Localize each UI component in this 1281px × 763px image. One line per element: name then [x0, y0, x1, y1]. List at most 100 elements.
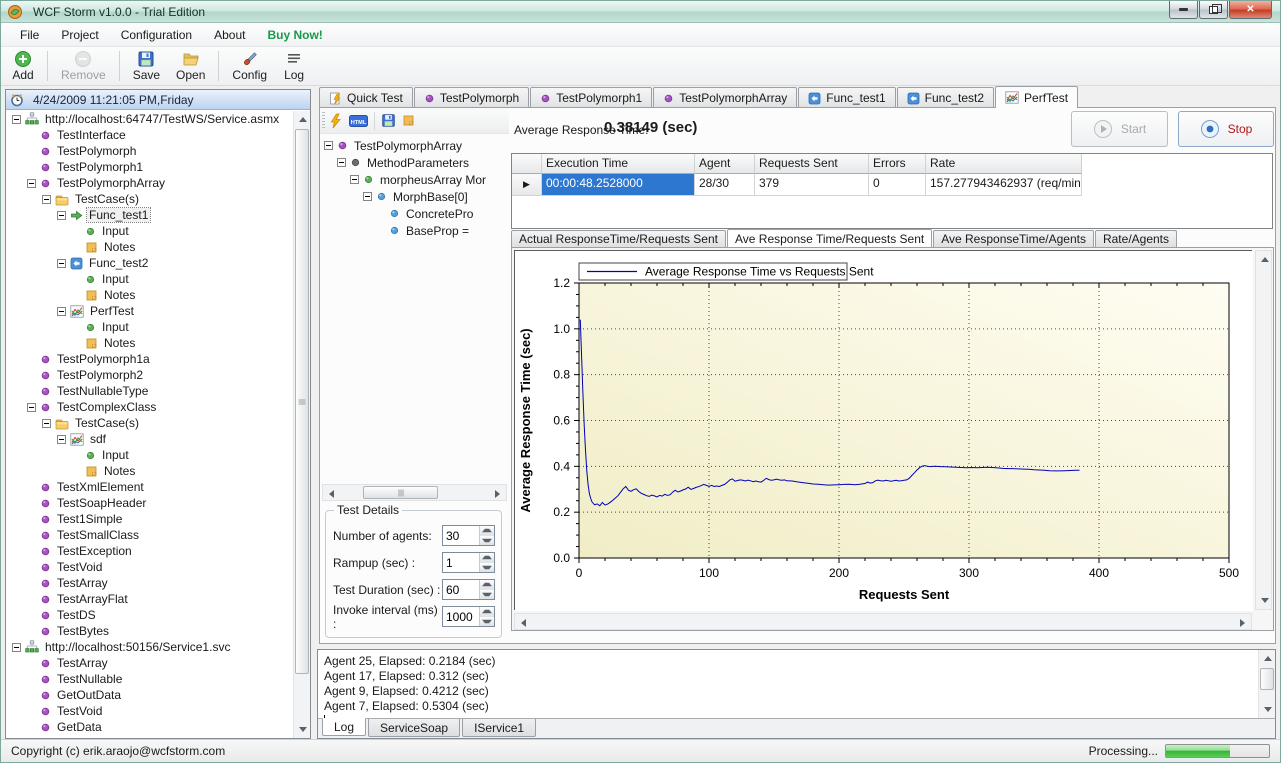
menu-item-configuration[interactable]: Configuration	[110, 25, 203, 45]
tree-item-concretepro[interactable]: ConcretePro	[322, 205, 507, 222]
tab-func-test2[interactable]: Func_test2	[897, 87, 994, 108]
open-button[interactable]: Open	[169, 49, 212, 83]
notes-button[interactable]	[402, 114, 415, 127]
tree-item-testpolymorpharray[interactable]: TestPolymorphArray	[322, 137, 507, 154]
menu-item-file[interactable]: File	[9, 25, 50, 45]
collapse-toggle[interactable]	[57, 259, 66, 268]
collapse-toggle[interactable]	[337, 158, 346, 167]
grid-cell[interactable]: 28/30	[695, 174, 755, 196]
tree-item-testbytes[interactable]: TestBytes	[6, 623, 293, 639]
tree-item-testpolymorpharray[interactable]: TestPolymorphArray	[6, 175, 293, 191]
tree-item-test1simple[interactable]: Test1Simple	[6, 511, 293, 527]
restore-button[interactable]	[1199, 1, 1228, 19]
tree-item-notes[interactable]: Notes	[6, 335, 293, 351]
tree-item-input[interactable]: Input	[6, 319, 293, 335]
collapse-toggle[interactable]	[57, 211, 66, 220]
tree-item-testsmallclass[interactable]: TestSmallClass	[6, 527, 293, 543]
save-button[interactable]: Save	[126, 49, 167, 83]
spinner-buttons[interactable]	[479, 607, 494, 626]
tree-item-testpolymorph1a[interactable]: TestPolymorph1a	[6, 351, 293, 367]
tree-item-testnullable[interactable]: TestNullable	[6, 671, 293, 687]
spin-up-arrow[interactable]	[480, 553, 494, 563]
collapse-toggle[interactable]	[42, 419, 51, 428]
tree-item-testcase-s-[interactable]: TestCase(s)	[6, 191, 293, 207]
log-scrollbar[interactable]	[1258, 650, 1275, 718]
tree-item-methodparameters[interactable]: MethodParameters	[322, 154, 507, 171]
number-of-agents-spinner[interactable]	[442, 525, 495, 546]
tab-func-test1[interactable]: Func_test1	[798, 87, 895, 108]
test-duration-sec-spinner[interactable]	[442, 579, 495, 600]
spinner-buttons[interactable]	[479, 580, 494, 599]
scroll-right-arrow[interactable]	[1234, 614, 1251, 631]
tree-item-testcomplexclass[interactable]: TestComplexClass	[6, 399, 293, 415]
collapse-toggle[interactable]	[57, 307, 66, 316]
tree-item-getdata[interactable]: GetData	[6, 719, 293, 735]
tab-testpolymorpharray[interactable]: TestPolymorphArray	[653, 87, 797, 108]
log-button[interactable]: Log	[276, 49, 312, 83]
tree-item-perftest[interactable]: PerfTest	[6, 303, 293, 319]
spin-down-arrow[interactable]	[480, 536, 494, 546]
collapse-toggle[interactable]	[12, 643, 21, 652]
tree-item-testpolymorph1[interactable]: TestPolymorph1	[6, 159, 293, 175]
tree-item-testexception[interactable]: TestException	[6, 543, 293, 559]
tree-item-morpheusarray-mor[interactable]: morpheusArray Mor	[322, 171, 507, 188]
grid-data-row[interactable]: ▶00:00:48.252800028/303790157.2779434629…	[512, 174, 1272, 196]
lightning-button[interactable]	[328, 113, 343, 129]
chart-tab-ave-response-time-requests-sent[interactable]: Ave Response Time/Requests Sent	[727, 229, 932, 247]
grid-column-header[interactable]: Agent	[695, 154, 755, 174]
scroll-left-arrow[interactable]	[323, 485, 340, 502]
tree-item-testinterface[interactable]: TestInterface	[6, 127, 293, 143]
collapse-toggle[interactable]	[324, 141, 333, 150]
grid-cell[interactable]: 0	[869, 174, 926, 196]
row-selector-cell[interactable]: ▶	[512, 174, 542, 196]
tree-item-http-localhost-50156-service1-svc[interactable]: http://localhost:50156/Service1.svc	[6, 639, 293, 655]
scroll-thumb[interactable]	[1260, 668, 1274, 690]
spin-up-arrow[interactable]	[480, 580, 494, 590]
spinner-buttons[interactable]	[479, 553, 494, 572]
tree-item-testarray[interactable]: TestArray	[6, 575, 293, 591]
spinner-value[interactable]	[443, 580, 479, 599]
spinner-buttons[interactable]	[479, 526, 494, 545]
html-button[interactable]: HTML	[349, 114, 368, 128]
tree-item-notes[interactable]: Notes	[6, 463, 293, 479]
tree-item-notes[interactable]: Notes	[6, 287, 293, 303]
services-tree-scrollbar[interactable]	[293, 111, 310, 738]
scroll-down-arrow[interactable]	[1259, 701, 1276, 718]
tree-item-input[interactable]: Input	[6, 447, 293, 463]
log-tab-log[interactable]: Log	[322, 718, 366, 736]
collapse-toggle[interactable]	[12, 115, 21, 124]
grid-column-header[interactable]: Requests Sent	[755, 154, 869, 174]
tree-item-http-localhost-64747-testws-service-asmx[interactable]: http://localhost:64747/TestWS/Service.as…	[6, 111, 293, 127]
chart-tab-actual-responsetime-requests-sent[interactable]: Actual ResponseTime/Requests Sent	[511, 230, 726, 247]
scroll-thumb[interactable]	[295, 129, 309, 674]
tree-item-getoutdata[interactable]: GetOutData	[6, 687, 293, 703]
grid-cell[interactable]: 157.277943462937 (req/min)	[926, 174, 1082, 196]
grid-column-header[interactable]: Errors	[869, 154, 926, 174]
grid-cell[interactable]: 379	[755, 174, 869, 196]
tree-item-func-test1[interactable]: Func_test1	[6, 207, 293, 223]
tab-testpolymorph1[interactable]: TestPolymorph1	[530, 87, 652, 108]
grid-column-header[interactable]: Rate	[926, 154, 1082, 174]
spinner-value[interactable]	[443, 526, 479, 545]
save-small-button[interactable]	[381, 113, 396, 128]
grid-column-header[interactable]: Execution Time	[542, 154, 695, 174]
scroll-up-arrow[interactable]	[1259, 650, 1276, 667]
scroll-left-arrow[interactable]	[515, 614, 532, 631]
invoke-interval-ms-spinner[interactable]	[442, 606, 495, 627]
spin-down-arrow[interactable]	[480, 563, 494, 573]
spinner-value[interactable]	[443, 553, 479, 572]
chart-tab-ave-responsetime-agents[interactable]: Ave ResponseTime/Agents	[933, 230, 1094, 247]
config-button[interactable]: Config	[225, 49, 274, 83]
tree-item-testpolymorph[interactable]: TestPolymorph	[6, 143, 293, 159]
log-tab-iservice1[interactable]: IService1	[462, 719, 536, 737]
stop-button[interactable]: Stop	[1178, 111, 1274, 147]
spin-up-arrow[interactable]	[480, 526, 494, 536]
minimize-button[interactable]	[1169, 1, 1198, 19]
tab-quick-test[interactable]: Quick Test	[319, 87, 413, 108]
menu-item-project[interactable]: Project	[50, 25, 109, 45]
tree-item-testvoid[interactable]: TestVoid	[6, 703, 293, 719]
tree-item-testds[interactable]: TestDS	[6, 607, 293, 623]
collapse-toggle[interactable]	[27, 179, 36, 188]
scroll-down-arrow[interactable]	[294, 721, 311, 738]
tree-item-func-test2[interactable]: Func_test2	[6, 255, 293, 271]
